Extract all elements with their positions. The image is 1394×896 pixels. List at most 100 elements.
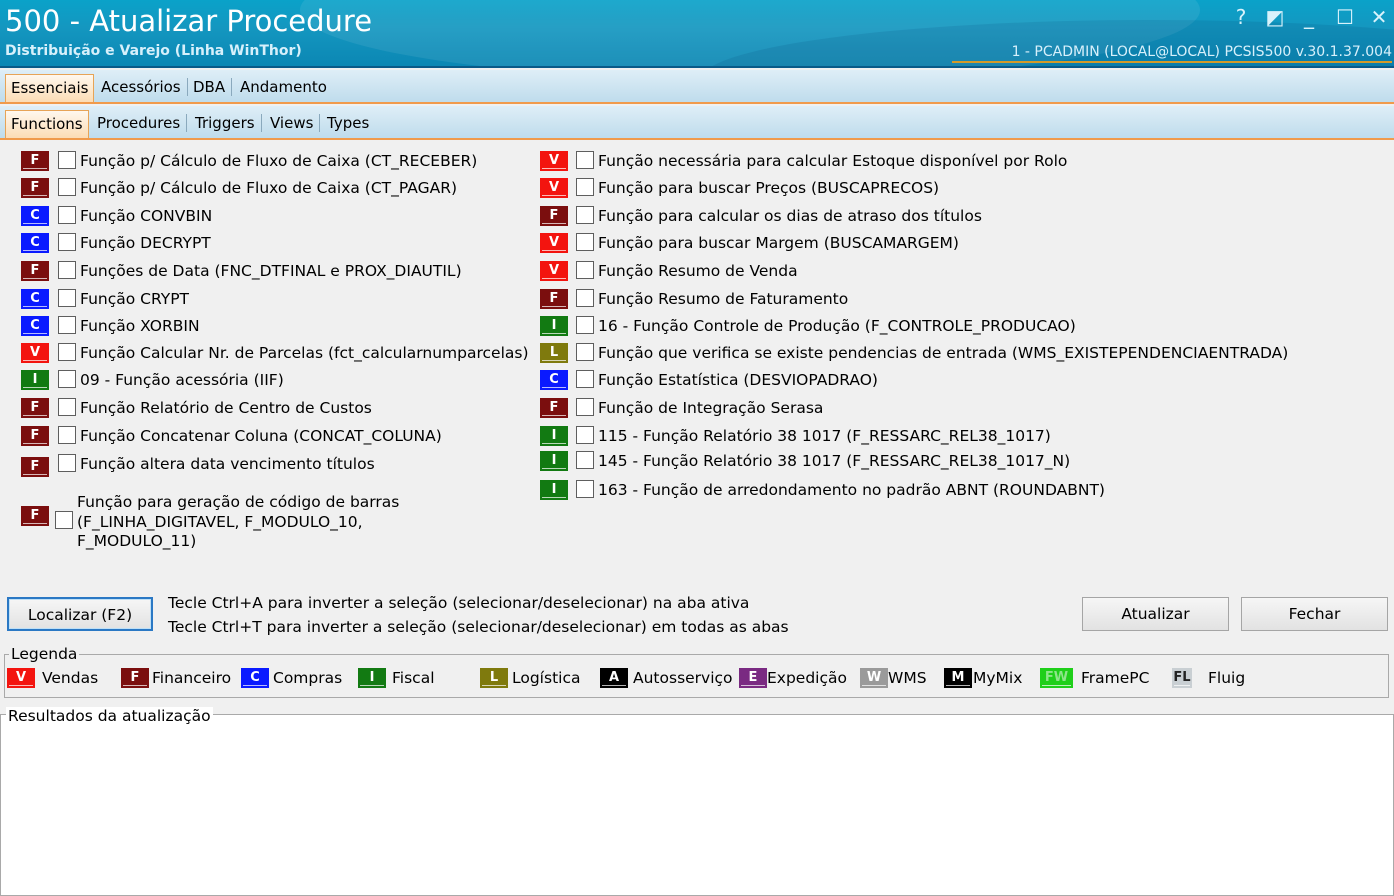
localizar-button[interactable]: Localizar (F2)	[7, 597, 153, 631]
tab-dba[interactable]: DBA	[188, 74, 233, 102]
function-checkbox[interactable]	[58, 370, 76, 388]
results-panel[interactable]	[0, 714, 1394, 896]
category-badge: F	[21, 398, 49, 418]
function-checkbox[interactable]	[576, 398, 594, 416]
function-checkbox[interactable]	[55, 511, 73, 529]
category-badge: V	[540, 233, 568, 253]
category-badge: V	[540, 151, 568, 171]
category-badge: I	[540, 451, 568, 471]
function-label: 09 - Função acessória (IIF)	[80, 371, 284, 389]
function-checkbox[interactable]	[58, 206, 76, 224]
legend-label: MyMix	[973, 669, 1023, 687]
close-icon[interactable]: ✕	[1366, 6, 1392, 28]
restore-icon[interactable]: ◩	[1262, 6, 1288, 28]
function-checkbox[interactable]	[58, 178, 76, 196]
minimize-icon[interactable]: _	[1296, 6, 1322, 28]
function-checkbox[interactable]	[58, 289, 76, 307]
maximize-icon[interactable]: ☐	[1332, 6, 1358, 28]
function-checkbox[interactable]	[576, 343, 594, 361]
legend-label: FramePC	[1081, 669, 1150, 687]
function-label: Função Estatística (DESVIOPADRAO)	[598, 371, 878, 389]
legend-badge: I	[358, 668, 386, 688]
help-icon[interactable]: ?	[1228, 6, 1254, 28]
tab-procedures[interactable]: Procedures	[92, 110, 188, 138]
window-subtitle: Distribuição e Varejo (Linha WinThor)	[5, 43, 302, 59]
title-bar: 500 - Atualizar Procedure Distribuição e…	[0, 0, 1394, 68]
function-checkbox[interactable]	[58, 151, 76, 169]
category-badge: C	[21, 206, 49, 226]
category-badge: F	[21, 178, 49, 198]
results-title: Resultados da atualização	[6, 707, 213, 725]
function-label: 145 - Função Relatório 38 1017 (F_RESSAR…	[598, 452, 1071, 470]
tab-triggers[interactable]: Triggers	[190, 110, 262, 138]
function-label-line: F_MODULO_11)	[77, 532, 197, 550]
function-checkbox[interactable]	[58, 343, 76, 361]
function-checkbox[interactable]	[576, 233, 594, 251]
function-checkbox[interactable]	[576, 261, 594, 279]
legend-label: Expedição	[767, 669, 847, 687]
function-checkbox[interactable]	[58, 426, 76, 444]
function-checkbox[interactable]	[576, 206, 594, 224]
function-checkbox[interactable]	[58, 316, 76, 334]
function-checkbox[interactable]	[58, 233, 76, 251]
category-badge: F	[540, 289, 568, 309]
function-label: Função necessária para calcular Estoque …	[598, 152, 1068, 170]
function-label: Função CONVBIN	[80, 207, 213, 225]
legend-label: Logística	[512, 669, 581, 687]
function-checkbox[interactable]	[576, 426, 594, 444]
app-window: 500 - Atualizar Procedure Distribuição e…	[0, 0, 1394, 896]
fechar-button[interactable]: Fechar	[1241, 597, 1388, 631]
legend-label: Fluig	[1208, 669, 1246, 687]
function-checkbox[interactable]	[58, 454, 76, 472]
legend-label: Fiscal	[392, 669, 435, 687]
function-label: 115 - Função Relatório 38 1017 (F_RESSAR…	[598, 427, 1051, 445]
function-checkbox[interactable]	[576, 451, 594, 469]
legend-label: Compras	[273, 669, 343, 687]
category-badge: F	[540, 206, 568, 226]
function-label: Funções de Data (FNC_DTFINAL e PROX_DIAU…	[80, 262, 462, 280]
legend-label: Autosserviço	[633, 669, 733, 687]
category-badge: F	[540, 398, 568, 418]
legend-badge: L	[480, 668, 508, 688]
function-label: Função p/ Cálculo de Fluxo de Caixa (CT_…	[80, 179, 458, 197]
legend-badge: FL	[1172, 668, 1192, 688]
category-badge: I	[540, 480, 568, 500]
tab-functions[interactable]: Functions	[5, 110, 89, 138]
tab-types[interactable]: Types	[322, 110, 374, 138]
category-badge: C	[540, 370, 568, 390]
tab-essenciais[interactable]: Essenciais	[5, 74, 95, 102]
hint-ctrl-t: Tecle Ctrl+T para inverter a seleção (se…	[168, 618, 789, 636]
category-badge: C	[21, 233, 49, 253]
function-label: Função de Integração Serasa	[598, 399, 824, 417]
tab-andamento[interactable]: Andamento	[235, 74, 332, 102]
legend-label: Financeiro	[152, 669, 232, 687]
function-checkbox[interactable]	[576, 316, 594, 334]
function-checkbox[interactable]	[58, 261, 76, 279]
category-badge: C	[21, 316, 49, 336]
function-label: 163 - Função de arredondamento no padrão…	[598, 481, 1105, 499]
function-checkbox[interactable]	[576, 178, 594, 196]
tab-acessorios[interactable]: Acessórios	[96, 74, 188, 102]
legend-badge: M	[944, 668, 972, 688]
function-checkbox[interactable]	[576, 370, 594, 388]
tab-views[interactable]: Views	[265, 110, 321, 138]
function-label: Função para buscar Margem (BUSCAMARGEM)	[598, 234, 959, 252]
category-badge: I	[21, 370, 49, 390]
category-badge: I	[540, 426, 568, 446]
function-label-line: (F_LINHA_DIGITAVEL, F_MODULO_10,	[77, 513, 363, 531]
function-label: Função DECRYPT	[80, 234, 211, 252]
category-badge: C	[21, 289, 49, 309]
category-badge: F	[21, 261, 49, 281]
function-label-line: Função para geração de código de barras	[77, 493, 400, 511]
function-label: Função para calcular os dias de atraso d…	[598, 207, 982, 225]
legend-label: WMS	[888, 669, 927, 687]
function-checkbox[interactable]	[58, 398, 76, 416]
function-checkbox[interactable]	[576, 289, 594, 307]
category-badge: L	[540, 343, 568, 363]
category-badge: F	[21, 457, 49, 477]
legend-badge: C	[241, 668, 269, 688]
atualizar-button[interactable]: Atualizar	[1082, 597, 1229, 631]
function-label: Função para buscar Preços (BUSCAPRECOS)	[598, 179, 940, 197]
function-checkbox[interactable]	[576, 151, 594, 169]
function-checkbox[interactable]	[576, 480, 594, 498]
